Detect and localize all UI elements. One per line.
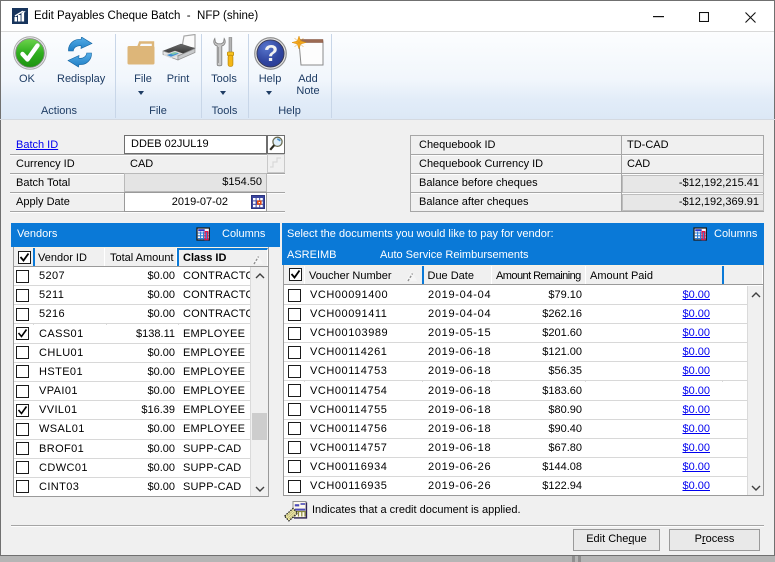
svg-text:?: ? [264, 40, 278, 66]
